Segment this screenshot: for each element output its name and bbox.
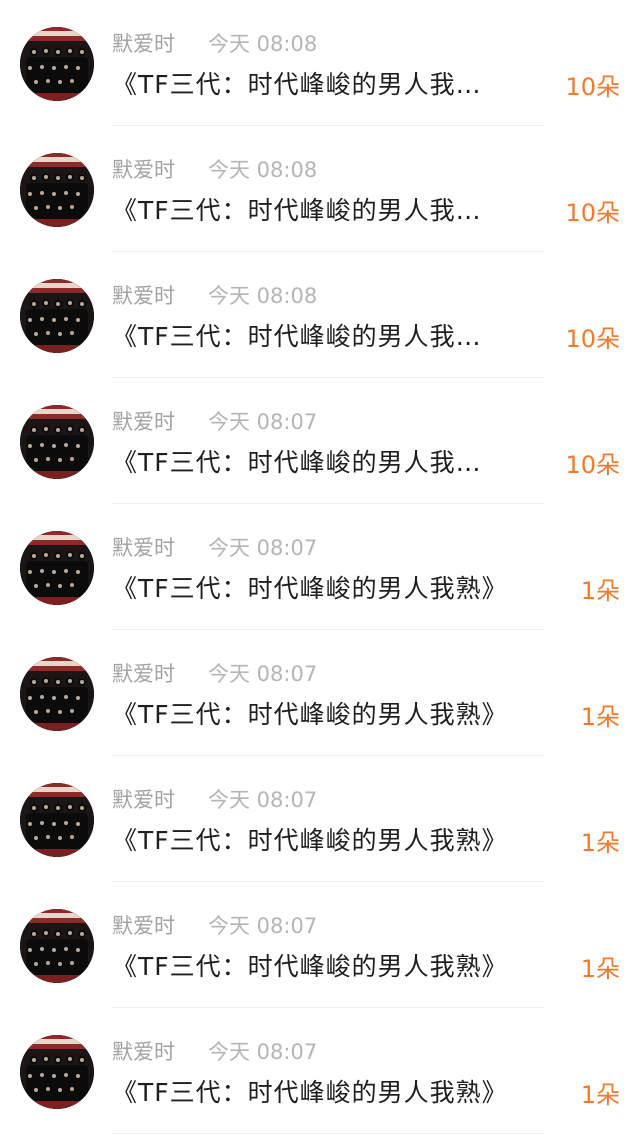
list-item[interactable]: 默爱时 今天 08:07 《TF三代：时代峰峻的男人我熟》 1朵 (0, 504, 640, 630)
gift-count: 10朵 (565, 325, 620, 353)
avatar[interactable] (20, 783, 94, 857)
list-item[interactable]: 默爱时 今天 08:07 《TF三代：时代峰峻的男人我熟》 1朵 (0, 756, 640, 882)
list-item[interactable]: 默爱时 今天 08:07 《TF三代：时代峰峻的男人我熟》 1朵 (0, 630, 640, 756)
message-time: 今天 08:07 (208, 410, 318, 434)
list-item[interactable]: 默爱时 今天 08:07 《TF三代：时代峰峻的男人我熟》 1朵 (0, 882, 640, 1008)
sender-name[interactable]: 默爱时 (112, 30, 175, 58)
sender-name[interactable]: 默爱时 (112, 156, 175, 184)
message-time: 今天 08:07 (208, 536, 318, 560)
avatar[interactable] (20, 531, 94, 605)
group-photo-icon (20, 153, 94, 227)
group-photo-icon (20, 783, 94, 857)
avatar[interactable] (20, 279, 94, 353)
message-time: 今天 08:08 (208, 158, 318, 182)
group-photo-icon (20, 279, 94, 353)
gift-count: 10朵 (565, 73, 620, 101)
list-item[interactable]: 默爱时 今天 08:07 《TF三代：时代峰峻的男人我… 10朵 (0, 378, 640, 504)
avatar[interactable] (20, 657, 94, 731)
sender-name[interactable]: 默爱时 (112, 408, 175, 436)
gift-count: 1朵 (580, 703, 620, 731)
message-time: 今天 08:07 (208, 788, 318, 812)
group-photo-icon (20, 27, 94, 101)
group-photo-icon (20, 657, 94, 731)
avatar[interactable] (20, 153, 94, 227)
sender-name[interactable]: 默爱时 (112, 534, 175, 562)
gift-count: 10朵 (565, 199, 620, 227)
message-time: 今天 08:07 (208, 914, 318, 938)
avatar[interactable] (20, 27, 94, 101)
book-title[interactable]: 《TF三代：时代峰峻的男人我… (112, 319, 482, 355)
book-title[interactable]: 《TF三代：时代峰峻的男人我熟》 (112, 949, 508, 985)
book-title[interactable]: 《TF三代：时代峰峻的男人我熟》 (112, 823, 508, 859)
gift-count: 10朵 (565, 451, 620, 479)
group-photo-icon (20, 531, 94, 605)
message-time: 今天 08:07 (208, 1040, 318, 1064)
sender-name[interactable]: 默爱时 (112, 1038, 175, 1066)
list-item[interactable]: 默爱时 今天 08:07 《TF三代：时代峰峻的男人我熟》 1朵 (0, 1008, 640, 1134)
book-title[interactable]: 《TF三代：时代峰峻的男人我熟》 (112, 697, 508, 733)
avatar[interactable] (20, 909, 94, 983)
message-time: 今天 08:08 (208, 32, 318, 56)
message-time: 今天 08:07 (208, 662, 318, 686)
avatar[interactable] (20, 1035, 94, 1109)
list-item[interactable]: 默爱时 今天 08:08 《TF三代：时代峰峻的男人我… 10朵 (0, 252, 640, 378)
list-item[interactable]: 默爱时 今天 08:08 《TF三代：时代峰峻的男人我… 10朵 (0, 126, 640, 252)
sender-name[interactable]: 默爱时 (112, 786, 175, 814)
book-title[interactable]: 《TF三代：时代峰峻的男人我熟》 (112, 1075, 508, 1111)
message-time: 今天 08:08 (208, 284, 318, 308)
message-list: 默爱时 今天 08:08 《TF三代：时代峰峻的男人我… 10朵 默爱时 今天 … (0, 0, 640, 1136)
book-title[interactable]: 《TF三代：时代峰峻的男人我… (112, 67, 482, 103)
sender-name[interactable]: 默爱时 (112, 282, 175, 310)
avatar[interactable] (20, 405, 94, 479)
book-title[interactable]: 《TF三代：时代峰峻的男人我熟》 (112, 571, 508, 607)
group-photo-icon (20, 1035, 94, 1109)
list-item[interactable]: 默爱时 今天 08:08 《TF三代：时代峰峻的男人我… 10朵 (0, 0, 640, 126)
gift-count: 1朵 (580, 1081, 620, 1109)
book-title[interactable]: 《TF三代：时代峰峻的男人我… (112, 445, 482, 481)
book-title[interactable]: 《TF三代：时代峰峻的男人我… (112, 193, 482, 229)
sender-name[interactable]: 默爱时 (112, 912, 175, 940)
gift-count: 1朵 (580, 577, 620, 605)
group-photo-icon (20, 405, 94, 479)
group-photo-icon (20, 909, 94, 983)
gift-count: 1朵 (580, 829, 620, 857)
gift-count: 1朵 (580, 955, 620, 983)
sender-name[interactable]: 默爱时 (112, 660, 175, 688)
